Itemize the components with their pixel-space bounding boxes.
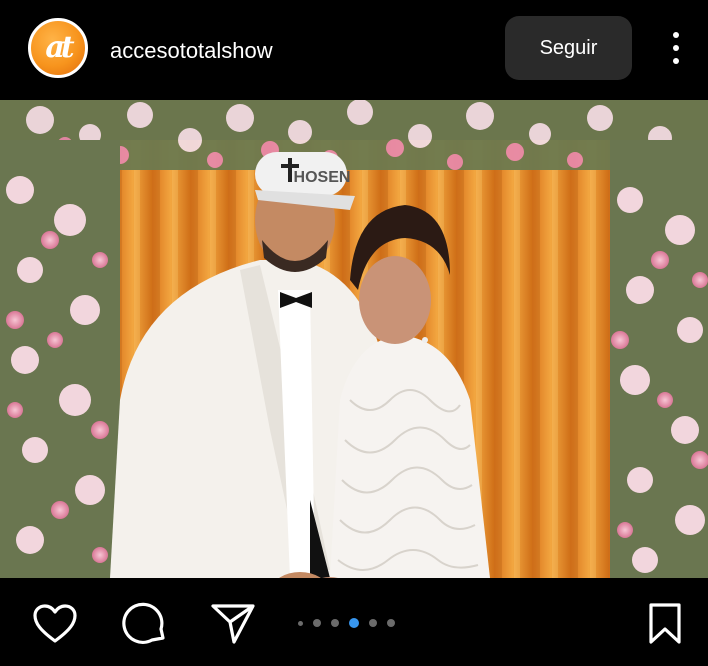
carousel-dot [313, 619, 321, 627]
more-options-icon[interactable] [662, 28, 690, 68]
carousel-indicator [298, 618, 395, 628]
carousel-dot [298, 620, 303, 626]
avatar[interactable]: at [28, 18, 88, 78]
follow-button[interactable]: Seguir [505, 16, 632, 80]
carousel-dot [369, 619, 377, 627]
carousel-dot [387, 619, 395, 627]
carousel-dot-active [349, 618, 359, 628]
flower-column-left [0, 140, 120, 578]
heart-icon[interactable] [30, 600, 80, 648]
post-header: at accesototalshow Seguir [0, 0, 708, 100]
wedding-photo: HOSEN [0, 100, 708, 578]
more-dot [673, 58, 679, 64]
username[interactable]: accesototalshow [110, 38, 273, 64]
more-dot [673, 45, 679, 51]
avatar-logo: at [45, 30, 74, 65]
send-icon[interactable] [208, 600, 258, 648]
comment-icon[interactable] [120, 600, 170, 648]
cap-text: HOSEN [294, 169, 351, 186]
flower-column-right [610, 140, 708, 578]
post-actions [0, 578, 708, 666]
more-dot [673, 32, 679, 38]
bookmark-icon[interactable] [640, 600, 690, 648]
post-image[interactable]: HOSEN [0, 100, 708, 578]
carousel-dot [331, 619, 339, 627]
